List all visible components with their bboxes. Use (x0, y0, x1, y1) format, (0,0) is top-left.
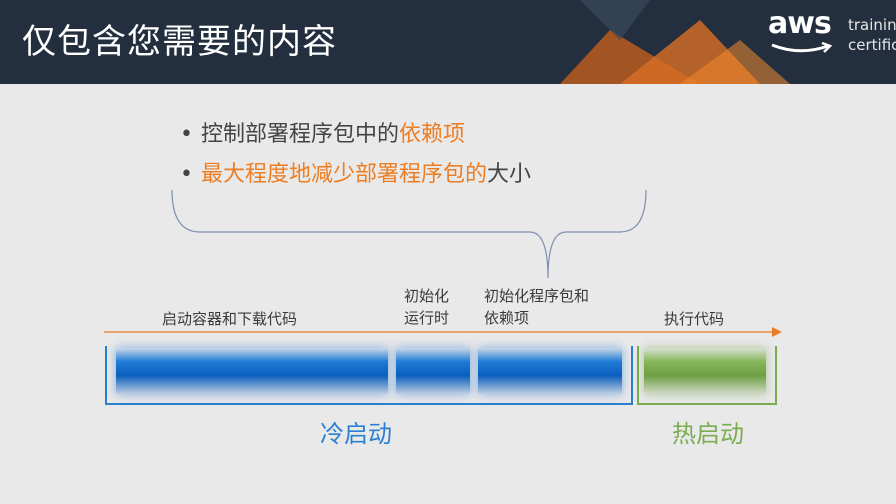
segment-label-line: 初始化 (404, 287, 450, 305)
segment-bar-init-runtime (396, 348, 470, 394)
segment-bar-init-dependencies (478, 348, 622, 394)
segment-bar-start-container (116, 348, 388, 394)
diagram-lines (104, 189, 782, 405)
curly-brace (171, 189, 647, 279)
segment-label-line: 运行时 (404, 309, 450, 327)
arrow-head-icon (772, 327, 782, 337)
segment-label-line: 初始化程序包和 (484, 287, 590, 305)
cold-start-label: 冷启动 (320, 420, 392, 448)
segment-label-init-dependencies: 初始化程序包和 依赖项 (484, 285, 589, 329)
segment-label-execute-code: 执行代码 (664, 310, 725, 328)
warm-start-label: 热启动 (672, 420, 744, 448)
segment-bar-execute-code (644, 348, 766, 394)
segment-label-init-runtime: 初始化 运行时 (404, 285, 449, 329)
segment-label-start-container: 启动容器和下载代码 (162, 310, 298, 328)
segment-label-line: 依赖项 (484, 309, 530, 327)
